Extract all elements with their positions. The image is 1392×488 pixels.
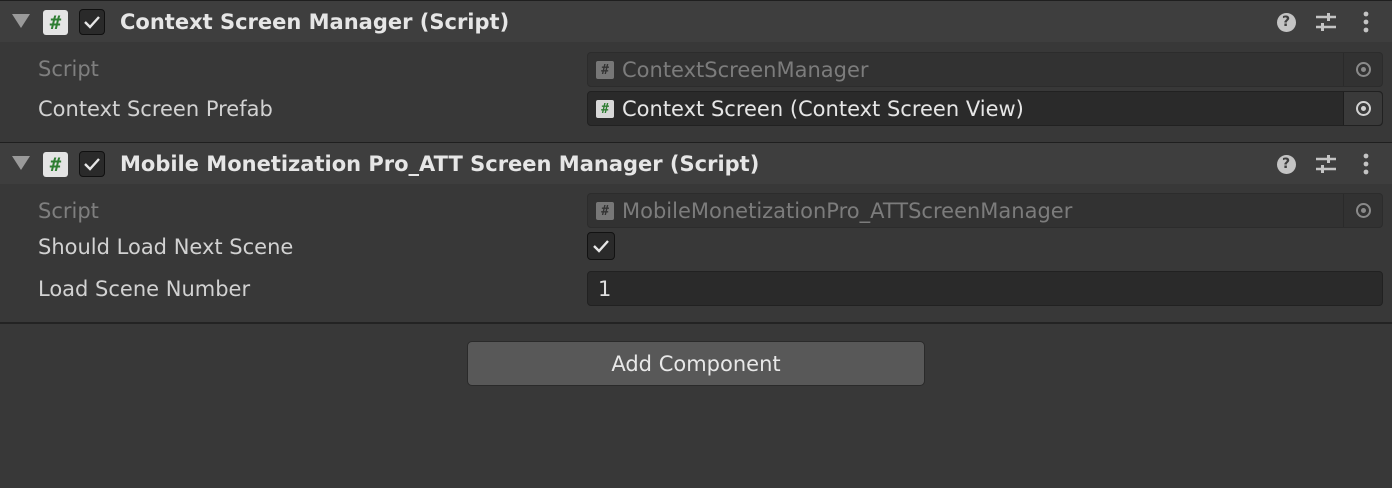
kebab-menu-icon xyxy=(1363,153,1369,175)
script-value: MobileMonetizationPro_ATTScreenManager xyxy=(622,199,1073,223)
component-enabled-checkbox[interactable] xyxy=(79,9,105,35)
presets-button[interactable] xyxy=(1314,152,1338,176)
context-screen-prefab-label: Context Screen Prefab xyxy=(38,97,273,121)
kebab-menu-icon xyxy=(1363,11,1369,33)
help-button[interactable]: ? xyxy=(1274,152,1298,176)
script-mini-icon: # xyxy=(596,202,614,220)
presets-button[interactable] xyxy=(1314,10,1338,34)
context-screen-prefab-value: Context Screen (Context Screen View) xyxy=(622,97,1024,121)
context-screen-prefab-field[interactable]: # Context Screen (Context Screen View) xyxy=(587,91,1383,126)
script-field[interactable]: # ContextScreenManager xyxy=(587,52,1383,87)
component-menu-button[interactable] xyxy=(1354,10,1378,34)
target-icon xyxy=(1355,62,1371,77)
script-field[interactable]: # MobileMonetizationPro_ATTScreenManager xyxy=(587,193,1383,228)
object-picker-button[interactable] xyxy=(1343,53,1382,86)
script-mini-icon: # xyxy=(596,61,614,79)
component-title: Mobile Monetization Pro_ATT Screen Manag… xyxy=(120,152,760,176)
script-value: ContextScreenManager xyxy=(622,58,869,82)
checkmark-icon xyxy=(84,16,100,29)
checkmark-icon xyxy=(593,240,609,253)
script-label: Script xyxy=(38,57,99,81)
add-component-button[interactable]: Add Component xyxy=(467,341,925,386)
foldout-triangle-icon[interactable] xyxy=(12,14,30,28)
sliders-icon xyxy=(1316,155,1336,173)
component-header-context-screen-manager[interactable]: # Context Screen Manager (Script) ? xyxy=(0,0,1392,42)
script-icon: # xyxy=(43,152,68,177)
load-scene-number-value: 1 xyxy=(598,277,612,301)
foldout-triangle-icon[interactable] xyxy=(12,156,30,170)
help-button[interactable]: ? xyxy=(1274,10,1298,34)
divider xyxy=(0,322,1392,324)
component-menu-button[interactable] xyxy=(1354,152,1378,176)
target-icon xyxy=(1355,203,1371,218)
target-icon xyxy=(1355,101,1371,116)
should-load-next-scene-checkbox[interactable] xyxy=(587,232,615,260)
sliders-icon xyxy=(1316,13,1336,31)
object-picker-button[interactable] xyxy=(1343,194,1382,227)
load-scene-number-input[interactable]: 1 xyxy=(587,271,1383,306)
component-header-att-screen-manager[interactable]: # Mobile Monetization Pro_ATT Screen Man… xyxy=(0,142,1392,184)
help-icon: ? xyxy=(1276,154,1296,174)
help-icon: ? xyxy=(1276,12,1296,32)
script-icon: # xyxy=(43,10,68,35)
load-scene-number-label: Load Scene Number xyxy=(38,277,251,301)
should-load-next-scene-label: Should Load Next Scene xyxy=(38,235,294,259)
component-title: Context Screen Manager (Script) xyxy=(120,10,510,34)
component-enabled-checkbox[interactable] xyxy=(79,151,105,177)
object-picker-button[interactable] xyxy=(1343,92,1382,125)
prefab-mini-icon: # xyxy=(596,100,614,118)
checkmark-icon xyxy=(84,158,100,171)
script-label: Script xyxy=(38,199,99,223)
